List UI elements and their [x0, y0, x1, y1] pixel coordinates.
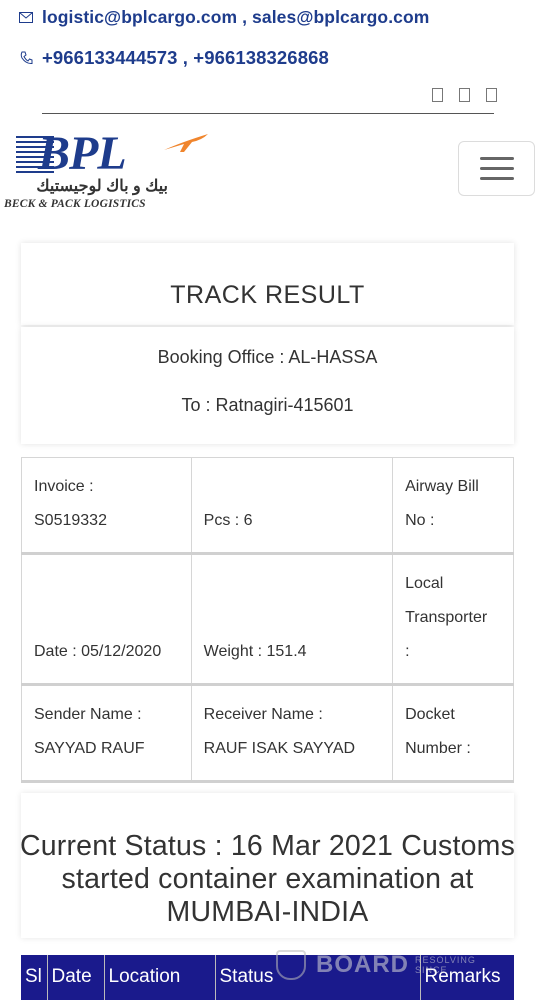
logo-mark: BPL — [38, 127, 127, 180]
receiver-value: RAUF ISAK SAYYAD — [203, 740, 356, 757]
local-transporter-label-2: Transporter — [405, 609, 488, 626]
logo-latin-text: BECK & PACK LOGISTICS — [4, 198, 146, 210]
table-row: Date : 05/12/2020 Weight : 151.4 Local T… — [21, 553, 514, 686]
invoice-cell: Invoice : S0519332 — [21, 457, 192, 555]
linkedin-icon[interactable] — [486, 88, 497, 102]
company-logo[interactable]: BPL بيك و باك لوجيستيك BECK & PACK LOGIS… — [2, 126, 212, 216]
phone-row: +966133444573 , +966138326868 — [18, 47, 329, 69]
pcs-cell: Pcs : 6 — [190, 457, 394, 555]
top-contact-bar: logistic@bplcargo.com , sales@bplcargo.c… — [0, 0, 535, 118]
logo-arabic-text: بيك و باك لوجيستيك — [36, 178, 168, 195]
docket-label-2: Number : — [405, 740, 471, 757]
email-row: logistic@bplcargo.com , sales@bplcargo.c… — [18, 7, 429, 28]
local-transporter-label-3: : — [405, 643, 410, 660]
airway-bill-cell: Airway Bill No : — [392, 457, 514, 555]
menu-bar — [479, 167, 514, 170]
booking-info-card: Booking Office : AL-HASSA To : Ratnagiri… — [21, 327, 514, 444]
airway-bill-label: Airway Bill — [405, 478, 479, 495]
airway-bill-label-2: No : — [405, 512, 435, 529]
watermark-sub2: SINCE — [415, 965, 448, 975]
sender-value: SAYYAD RAUF — [34, 740, 145, 757]
hamburger-icon[interactable] — [458, 141, 535, 196]
booking-office: Booking Office : AL-HASSA — [157, 347, 378, 367]
email-links[interactable]: logistic@bplcargo.com , sales@bplcargo.c… — [42, 7, 429, 28]
weight-cell: Weight : 151.4 — [190, 553, 394, 686]
local-transporter-label: Local — [405, 575, 444, 592]
column-header-location: Location — [104, 955, 216, 1000]
column-header-sl: Sl — [21, 955, 48, 1000]
shield-icon — [276, 950, 306, 980]
docket-label: Docket — [405, 706, 455, 723]
watermark-text: BOARD — [316, 951, 409, 978]
track-result-card: TRACK RESULT — [21, 243, 514, 325]
invoice-label: Invoice : — [34, 478, 94, 495]
phone-links[interactable]: +966133444573 , +966138326868 — [42, 47, 329, 69]
menu-bar — [479, 177, 514, 180]
plane-icon — [164, 134, 208, 152]
pcs-value: Pcs : 6 — [203, 512, 253, 529]
watermark-sub1: RESOLVING — [415, 955, 476, 965]
receiver-cell: Receiver Name : RAUF ISAK SAYYAD — [190, 684, 394, 783]
table-row: Invoice : S0519332 Pcs : 6 Airway Bill N… — [21, 457, 514, 555]
page-title: TRACK RESULT — [170, 281, 365, 309]
destination: To : Ratnagiri-415601 — [181, 395, 354, 415]
receiver-label: Receiver Name : — [203, 706, 323, 723]
watermark: BOARD RESOLVING SINCE — [276, 950, 476, 980]
weight-value: Weight : 151.4 — [203, 643, 307, 660]
menu-bar — [479, 157, 514, 160]
local-transporter-cell: Local Transporter : — [392, 553, 514, 686]
twitter-icon[interactable] — [459, 88, 470, 102]
sender-cell: Sender Name : SAYYAD RAUF — [21, 684, 192, 783]
table-row: Sender Name : SAYYAD RAUF Receiver Name … — [21, 684, 514, 783]
divider — [42, 113, 494, 114]
watermark-subtext: RESOLVING SINCE — [415, 955, 476, 975]
date-value: Date : 05/12/2020 — [34, 643, 162, 660]
invoice-value: S0519332 — [34, 512, 107, 529]
shipment-details-table: Invoice : S0519332 Pcs : 6 Airway Bill N… — [21, 457, 514, 783]
column-header-date: Date — [47, 955, 105, 1000]
phone-icon — [18, 50, 34, 66]
social-links — [432, 88, 497, 102]
date-cell: Date : 05/12/2020 — [21, 553, 192, 686]
envelope-icon — [18, 10, 34, 26]
docket-cell: Docket Number : — [392, 684, 514, 783]
facebook-icon[interactable] — [432, 88, 443, 102]
current-status: Current Status : 16 Mar 2021 Customs sta… — [19, 830, 516, 928]
sender-label: Sender Name : — [34, 706, 142, 723]
